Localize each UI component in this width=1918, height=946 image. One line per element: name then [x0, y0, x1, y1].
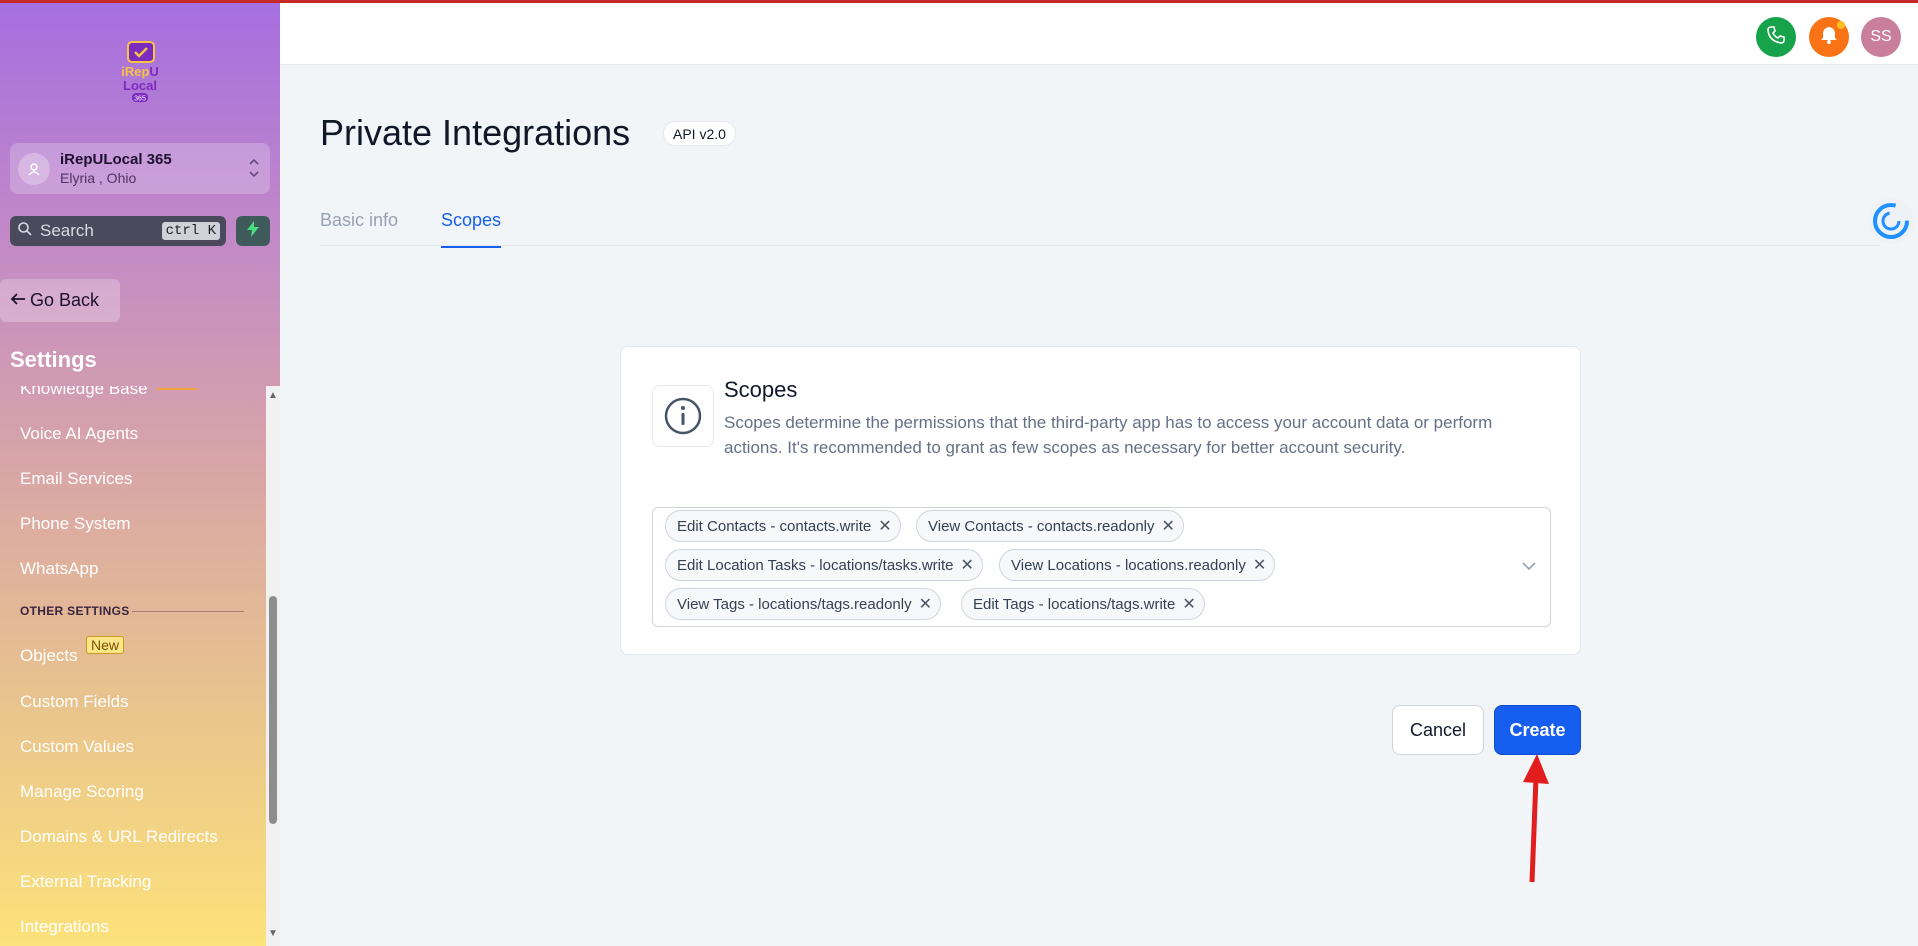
scope-chip: View Tags - locations/tags.readonly ✕ — [665, 588, 941, 620]
scope-chip-label: View Contacts - contacts.readonly — [928, 517, 1155, 535]
go-back-button[interactable]: Go Back — [0, 279, 120, 322]
close-icon[interactable]: ✕ — [919, 594, 932, 614]
page-title: Private Integrations — [320, 112, 631, 153]
nav-item-domains-url-redirects[interactable]: Domains & URL Redirects — [20, 827, 218, 847]
close-icon[interactable]: ✕ — [1162, 516, 1175, 536]
nav-divider — [157, 388, 197, 390]
scroll-down-icon[interactable]: ▼ — [268, 928, 278, 939]
scopes-card: Scopes Scopes determine the permissions … — [620, 346, 1581, 655]
nav-item-voice-ai-agents[interactable]: Voice AI Agents — [20, 424, 138, 444]
search-icon — [17, 221, 33, 242]
svg-text:365: 365 — [134, 96, 146, 103]
chevron-down-icon[interactable] — [1522, 558, 1536, 576]
bell-icon — [1819, 25, 1839, 50]
close-icon[interactable]: ✕ — [878, 516, 891, 536]
scope-chip-label: Edit Location Tasks - locations/tasks.wr… — [677, 556, 954, 574]
scope-chip: Edit Contacts - contacts.write ✕ — [665, 510, 901, 542]
notification-dot — [1837, 21, 1845, 29]
scope-chip-label: View Locations - locations.readonly — [1011, 556, 1246, 574]
close-icon[interactable]: ✕ — [1182, 594, 1195, 614]
scopes-multiselect[interactable]: Edit Contacts - contacts.write ✕ View Co… — [652, 507, 1551, 627]
new-badge: New — [86, 636, 125, 654]
scope-chip: Edit Tags - locations/tags.write ✕ — [961, 588, 1205, 620]
nav-item-whatsapp[interactable]: WhatsApp — [20, 559, 98, 579]
floating-assistant-icon[interactable] — [1868, 198, 1914, 244]
svg-text:iRepU: iRepU — [121, 64, 159, 79]
search-label: Search — [40, 221, 94, 240]
nav-item-objects[interactable]: Objects — [20, 646, 78, 666]
section-other-settings: OTHER SETTINGS — [20, 604, 130, 618]
brand-logo[interactable]: iRepU Local 365 — [108, 40, 172, 106]
lightning-icon — [246, 220, 260, 242]
scope-chip: View Contacts - contacts.readonly ✕ — [916, 510, 1184, 542]
search-box[interactable]: Search ctrl K — [10, 216, 226, 246]
nav-item-manage-scoring[interactable]: Manage Scoring — [20, 782, 144, 802]
nav-item-email-services[interactable]: Email Services — [20, 469, 132, 489]
annotation-arrow-icon — [1516, 748, 1556, 893]
top-accent-line — [0, 0, 1918, 3]
nav-item-knowledge-base[interactable]: Knowledge Base — [20, 386, 148, 399]
tab-scopes[interactable]: Scopes — [441, 210, 502, 248]
close-icon[interactable]: ✕ — [1253, 555, 1266, 575]
top-header: SS — [280, 3, 1918, 65]
sidebar-scroll-thumb[interactable] — [269, 596, 277, 824]
go-back-label: Go Back — [30, 290, 100, 310]
section-divider — [132, 611, 244, 612]
phone-icon — [1766, 25, 1786, 50]
api-version-badge: API v2.0 — [663, 121, 736, 146]
quick-actions-button[interactable] — [236, 216, 270, 246]
scroll-up-icon[interactable]: ▲ — [268, 390, 278, 401]
tab-bar: Basic info Scopes — [320, 200, 1880, 248]
scope-chip: Edit Location Tasks - locations/tasks.wr… — [665, 549, 983, 581]
scope-chip-label: View Tags - locations/tags.readonly — [677, 595, 912, 613]
cancel-button[interactable]: Cancel — [1392, 705, 1484, 755]
arrow-left-icon — [10, 290, 26, 311]
account-switcher[interactable]: iRepULocal 365 Elyria , Ohio — [10, 143, 270, 194]
user-avatar[interactable]: SS — [1861, 17, 1901, 57]
chevron-updown-icon — [248, 154, 260, 187]
scope-chip-label: Edit Tags - locations/tags.write — [973, 595, 1176, 613]
account-location: Elyria , Ohio — [60, 170, 137, 186]
settings-nav: Knowledge Base Voice AI Agents Email Ser… — [0, 386, 266, 946]
info-icon — [652, 385, 714, 447]
nav-item-external-tracking[interactable]: External Tracking — [20, 872, 151, 892]
close-icon[interactable]: ✕ — [961, 555, 974, 575]
nav-item-phone-system[interactable]: Phone System — [20, 514, 131, 534]
scope-chip-label: Edit Contacts - contacts.write — [677, 517, 872, 535]
account-name: iRepULocal 365 — [60, 151, 172, 168]
phone-button[interactable] — [1756, 17, 1796, 57]
settings-heading: Settings — [10, 347, 97, 372]
search-shortcut: ctrl K — [161, 222, 220, 240]
nav-item-integrations[interactable]: Integrations — [20, 917, 109, 937]
location-pin-icon — [18, 152, 50, 185]
notifications-button[interactable] — [1809, 17, 1849, 57]
nav-item-custom-fields[interactable]: Custom Fields — [20, 692, 129, 712]
nav-item-custom-values[interactable]: Custom Values — [20, 737, 134, 757]
scopes-card-title: Scopes — [724, 377, 798, 402]
sidebar: iRepU Local 365 iRepULocal 365 Elyria , … — [0, 0, 280, 946]
svg-text:Local: Local — [123, 78, 157, 93]
tab-basic-info[interactable]: Basic info — [320, 210, 398, 246]
scope-chip: View Locations - locations.readonly ✕ — [999, 549, 1276, 581]
scopes-card-description: Scopes determine the permissions that th… — [724, 413, 1493, 457]
